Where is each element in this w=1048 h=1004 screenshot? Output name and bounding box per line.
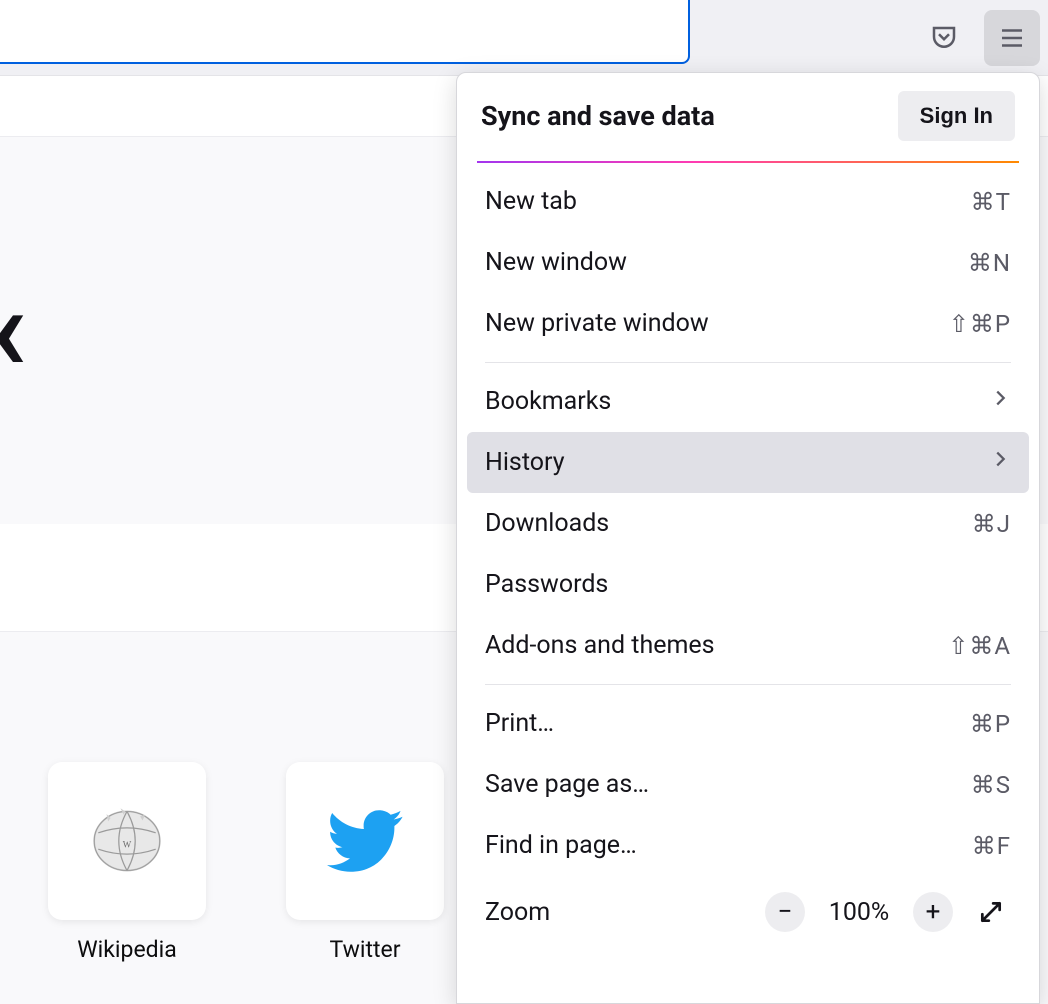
chevron-right-icon bbox=[989, 448, 1011, 477]
app-menu-panel: Sync and save data Sign In New tab ⌘T Ne… bbox=[456, 72, 1040, 1004]
menu-item-passwords[interactable]: Passwords bbox=[467, 554, 1029, 615]
svg-text:W: W bbox=[123, 840, 132, 850]
menu-item-find-in-page[interactable]: Find in page… ⌘F bbox=[467, 815, 1029, 876]
zoom-out-button[interactable]: − bbox=[765, 892, 805, 932]
menu-item-shortcut: ⇧⌘A bbox=[948, 632, 1011, 660]
menu-item-label: Save page as… bbox=[485, 770, 649, 799]
menu-item-shortcut: ⌘J bbox=[972, 510, 1011, 538]
menu-item-shortcut: ⇧⌘P bbox=[949, 310, 1011, 338]
menu-item-shortcut: ⌘N bbox=[968, 249, 1011, 277]
menu-item-new-private-window[interactable]: New private window ⇧⌘P bbox=[467, 293, 1029, 354]
menu-item-save-page-as[interactable]: Save page as… ⌘S bbox=[467, 754, 1029, 815]
wikipedia-icon: W bbox=[86, 800, 168, 882]
menu-item-new-window[interactable]: New window ⌘N bbox=[467, 232, 1029, 293]
hamburger-icon bbox=[997, 23, 1027, 53]
menu-item-history[interactable]: History bbox=[467, 432, 1029, 493]
app-menu-button[interactable] bbox=[984, 10, 1040, 66]
menu-item-label: New tab bbox=[485, 187, 577, 216]
menu-zoom-row: Zoom − 100% + bbox=[467, 876, 1029, 948]
top-sites: W Wikipedia Twitter bbox=[48, 762, 444, 963]
menu-separator bbox=[485, 684, 1011, 685]
menu-item-label: Add-ons and themes bbox=[485, 631, 715, 660]
twitter-icon bbox=[324, 800, 406, 882]
menu-item-label: Bookmarks bbox=[485, 387, 611, 416]
chevron-right-icon bbox=[989, 387, 1011, 416]
pocket-button[interactable] bbox=[916, 10, 972, 66]
menu-item-bookmarks[interactable]: Bookmarks bbox=[467, 371, 1029, 432]
top-site-label: Twitter bbox=[330, 936, 401, 963]
menu-item-label: New window bbox=[485, 248, 627, 277]
zoom-label: Zoom bbox=[485, 898, 550, 927]
sign-in-button[interactable]: Sign In bbox=[898, 91, 1015, 141]
sync-title: Sync and save data bbox=[481, 100, 715, 132]
menu-list: New tab ⌘T New window ⌘N New private win… bbox=[457, 163, 1039, 956]
fullscreen-button[interactable] bbox=[971, 892, 1011, 932]
fullscreen-icon bbox=[978, 899, 1004, 925]
top-site-tile bbox=[286, 762, 444, 920]
menu-item-label: Print… bbox=[485, 709, 554, 738]
menu-item-new-tab[interactable]: New tab ⌘T bbox=[467, 171, 1029, 232]
menu-item-addons[interactable]: Add-ons and themes ⇧⌘A bbox=[467, 615, 1029, 676]
browser-toolbar bbox=[0, 0, 1048, 76]
url-bar[interactable] bbox=[0, 0, 690, 64]
toolbar-right bbox=[916, 0, 1048, 76]
menu-item-label: Downloads bbox=[485, 509, 609, 538]
zoom-in-button[interactable]: + bbox=[913, 892, 953, 932]
menu-item-shortcut: ⌘F bbox=[972, 832, 1011, 860]
zoom-controls: − 100% + bbox=[765, 892, 1011, 932]
top-site-wikipedia[interactable]: W Wikipedia bbox=[48, 762, 206, 963]
zoom-value: 100% bbox=[823, 898, 895, 927]
menu-separator bbox=[485, 362, 1011, 363]
top-site-twitter[interactable]: Twitter bbox=[286, 762, 444, 963]
menu-item-label: New private window bbox=[485, 309, 709, 338]
logo-fragment: ‹ bbox=[0, 270, 27, 390]
menu-item-print[interactable]: Print… ⌘P bbox=[467, 693, 1029, 754]
sync-row: Sync and save data Sign In bbox=[457, 73, 1039, 161]
menu-item-shortcut: ⌘T bbox=[971, 188, 1011, 216]
menu-item-label: History bbox=[485, 448, 565, 477]
pocket-icon bbox=[929, 23, 959, 53]
menu-item-shortcut: ⌘P bbox=[970, 710, 1011, 738]
menu-item-label: Find in page… bbox=[485, 831, 637, 860]
menu-item-label: Passwords bbox=[485, 570, 608, 599]
menu-item-shortcut: ⌘S bbox=[971, 771, 1011, 799]
top-site-label: Wikipedia bbox=[77, 936, 176, 963]
top-site-tile: W bbox=[48, 762, 206, 920]
menu-item-downloads[interactable]: Downloads ⌘J bbox=[467, 493, 1029, 554]
